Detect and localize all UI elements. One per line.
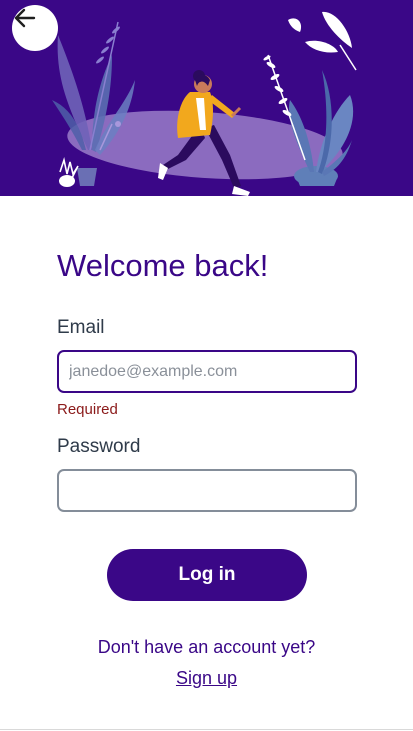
password-label: Password (57, 436, 141, 457)
email-field[interactable] (57, 350, 357, 393)
bottom-divider (0, 729, 413, 730)
email-error-message: Required (57, 401, 118, 418)
back-button[interactable] (12, 5, 58, 51)
email-label: Email (57, 317, 105, 338)
signup-link[interactable]: Sign up (176, 668, 237, 688)
login-screen: Welcome back! Email Required Password Lo… (0, 0, 413, 731)
signup-prompt: Don't have an account yet? (97, 637, 316, 657)
password-field[interactable] (57, 469, 357, 512)
signup-container: Sign up (0, 668, 413, 689)
header-illustration (0, 0, 413, 196)
page-title: Welcome back! (57, 248, 269, 283)
arrow-left-icon (14, 8, 36, 28)
login-button[interactable]: Log in (107, 549, 307, 601)
woman-walking-illustration (52, 11, 357, 196)
